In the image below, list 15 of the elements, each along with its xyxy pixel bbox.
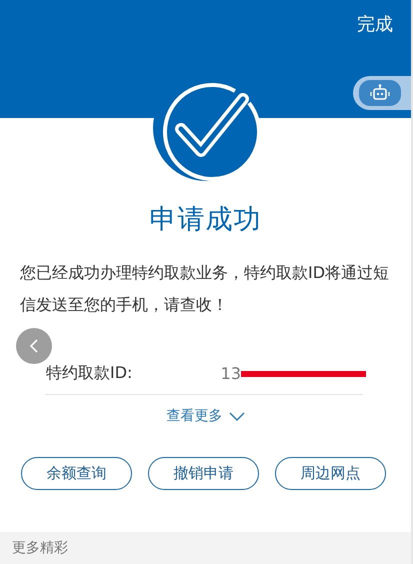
back-icon	[28, 338, 40, 354]
id-label: 特约取款ID:	[46, 363, 132, 384]
result-title: 申请成功	[148, 203, 262, 237]
chevron-down-icon	[228, 412, 244, 420]
view-more-link[interactable]: 查看更多	[166, 407, 244, 425]
action-button[interactable]: 撤销申请	[148, 457, 259, 490]
assistant-button[interactable]	[353, 76, 411, 110]
action-button[interactable]: 周边网点	[275, 457, 386, 490]
id-value: 13	[220, 364, 241, 383]
robot-icon	[359, 80, 401, 106]
action-button[interactable]: 余额查询	[21, 457, 132, 490]
done-button[interactable]: 完成	[357, 12, 393, 36]
back-button[interactable]	[16, 328, 52, 364]
result-message: 您已经成功办理特约取款业务，特约取款ID将通过短信发送至您的手机，请查收！	[20, 262, 390, 316]
footer-title: 更多精彩	[12, 539, 68, 557]
